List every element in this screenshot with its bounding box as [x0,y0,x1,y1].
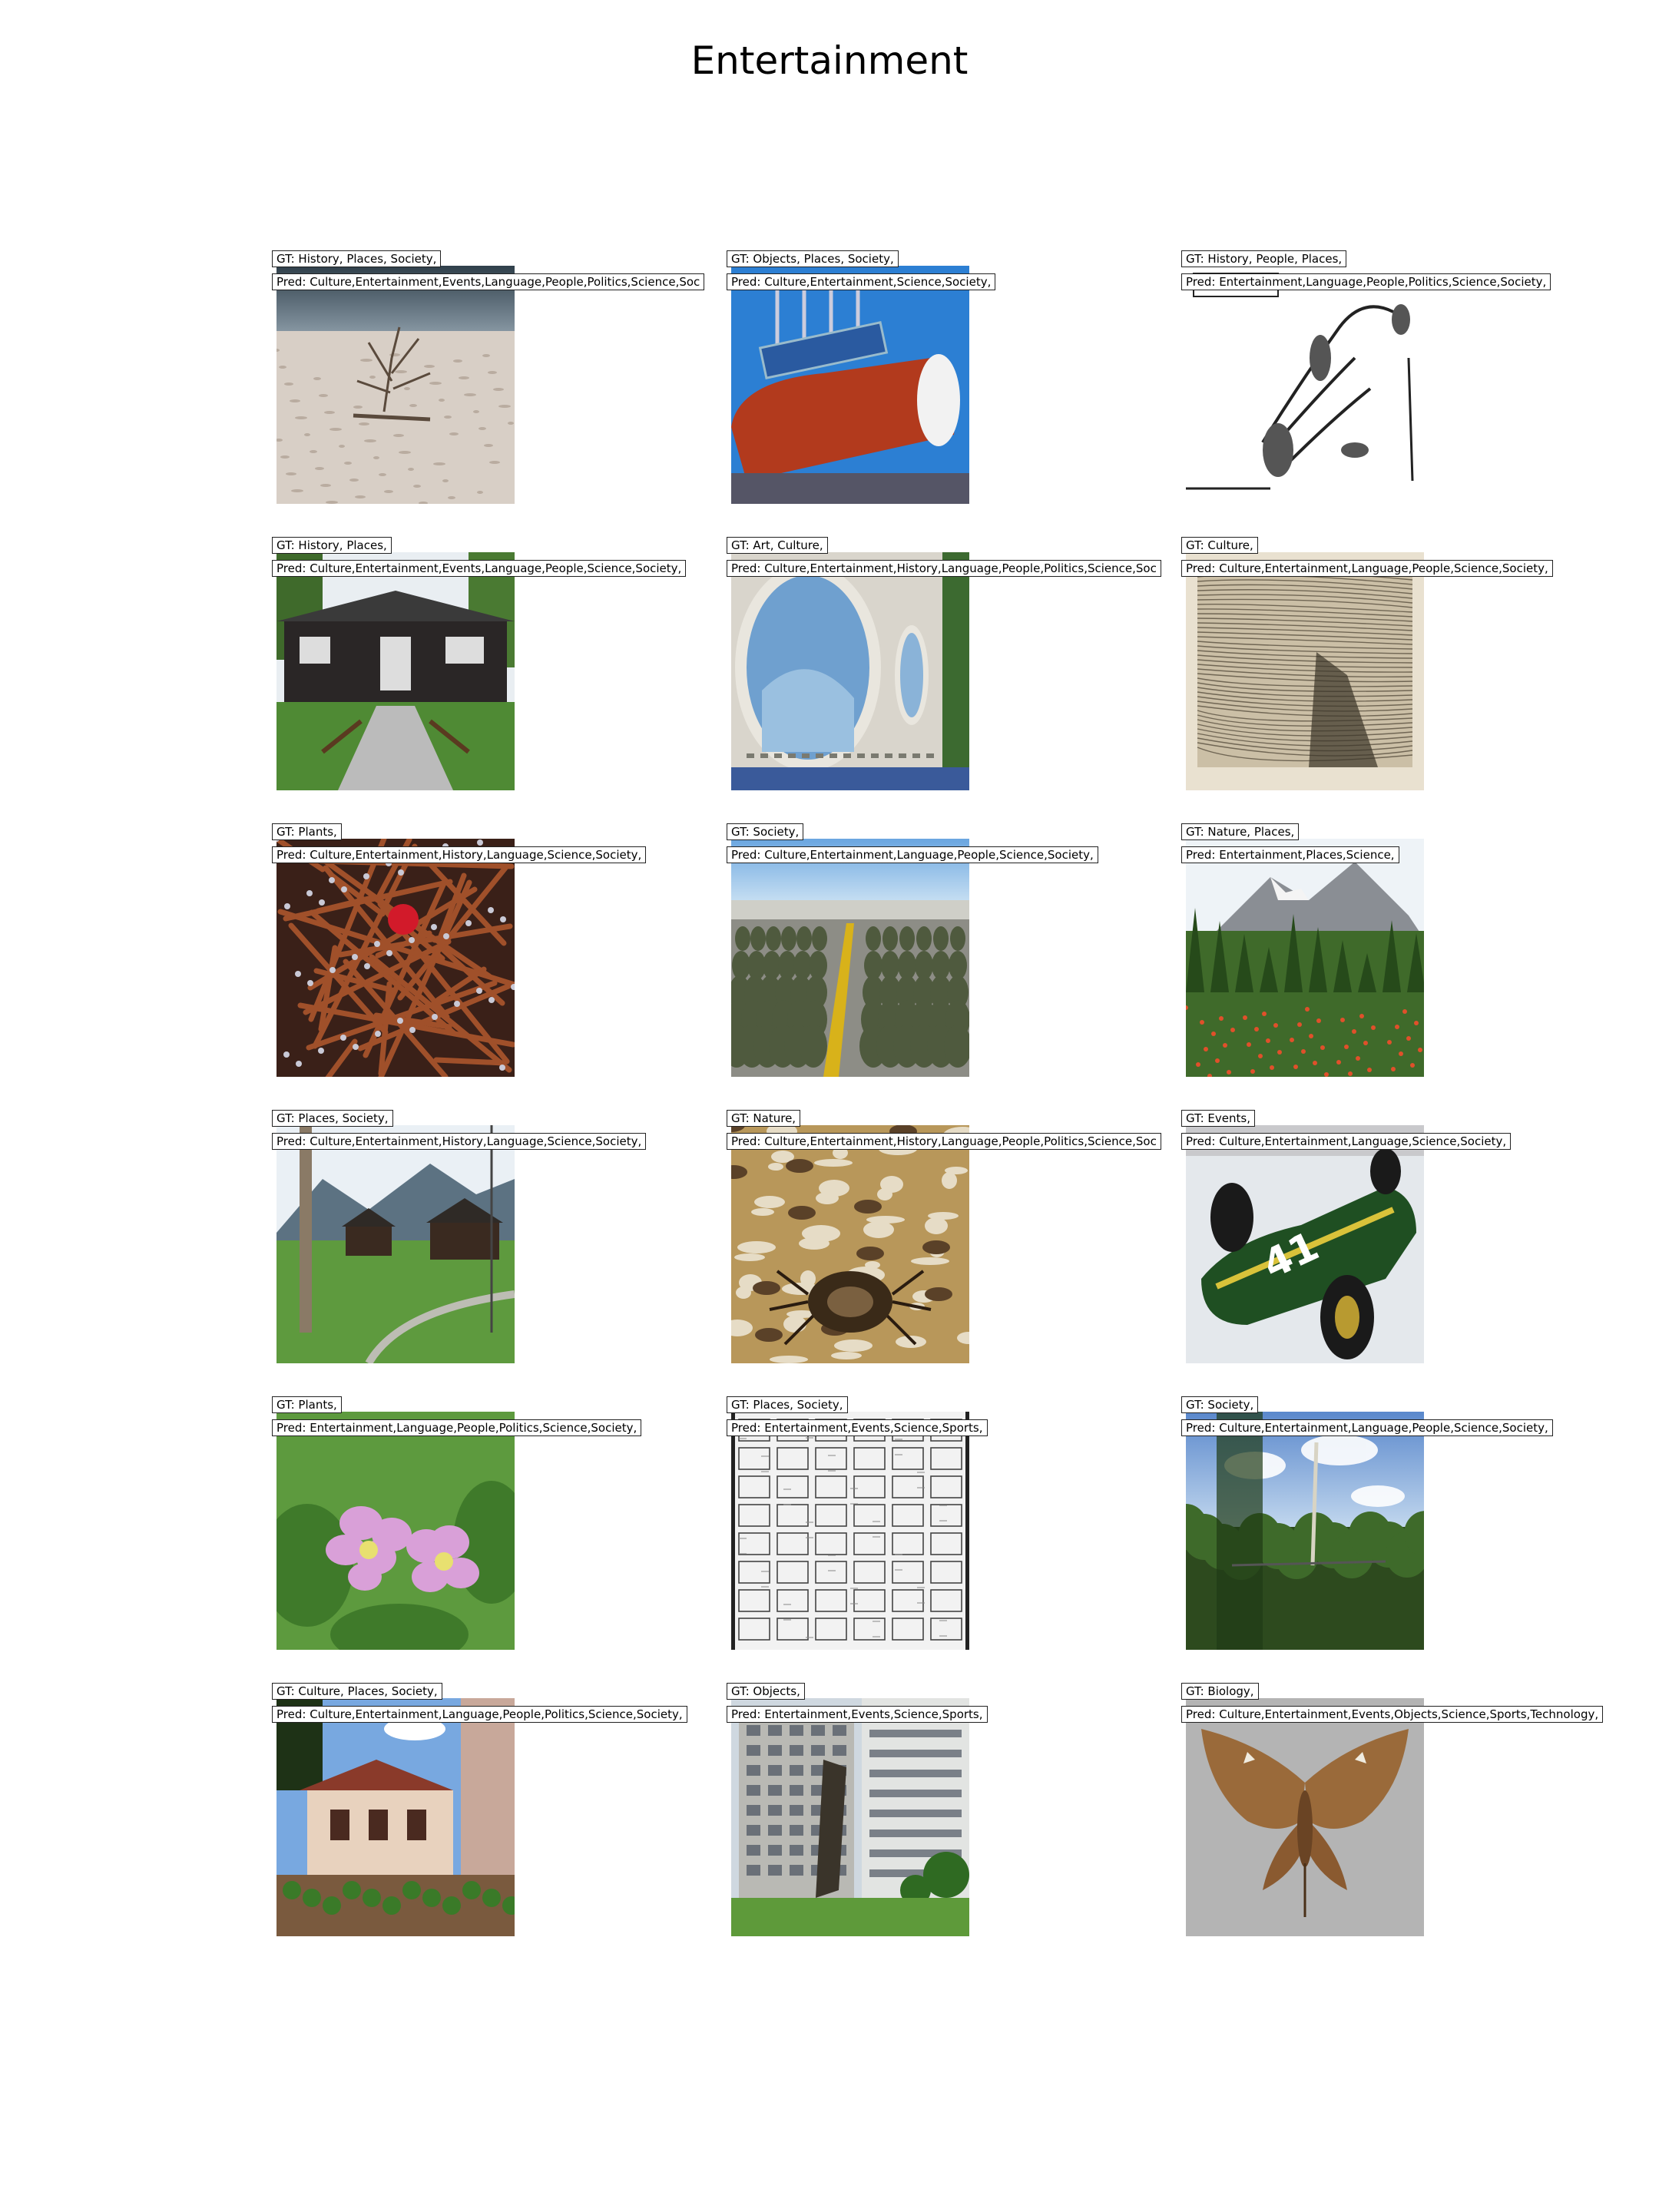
grid-cell: 41 GT: Events, Pred: Culture,Entertainmen… [1181,1110,1512,1363]
ground-truth-label: GT: Places, Society, [272,1110,393,1127]
grid-cell: GT: Nature, Places, Pred: Entertainment,P… [1181,823,1424,1077]
prediction-label: Pred: Entertainment,Events,Science,Sport… [727,1706,988,1723]
ground-truth-label: GT: Culture, Places, Society, [272,1683,442,1700]
grid-cell: GT: History, People, Places, Pred: Entert… [1181,250,1551,504]
prediction-label: Pred: Entertainment,Places,Science, [1181,846,1399,863]
prediction-label: Pred: Culture,Entertainment,Language,Peo… [1181,1419,1553,1436]
sample-image-red-twigs [276,839,515,1077]
ground-truth-label: GT: Society, [1181,1396,1259,1413]
prediction-label: Pred: Entertainment,Language,People,Poli… [272,1419,642,1436]
ground-truth-label: GT: Places, Society, [727,1396,848,1413]
grid-cell: GT: History, Places, Society, Pred: Cultu… [272,250,705,504]
ground-truth-label: GT: Events, [1181,1110,1255,1127]
sample-image-spider [731,1125,969,1363]
prediction-label: Pred: Culture,Entertainment,Science,Soci… [727,273,996,290]
sample-image-city-plan [731,1412,969,1650]
grid-cell: GT: Plants, Pred: Culture,Entertainment,H… [272,823,647,1077]
grid-cell: GT: History, Places, Pred: Culture,Entert… [272,537,687,790]
sample-image-alpine-village [276,1125,515,1363]
grid-cell: GT: Places, Society, Pred: Entertainment,… [727,1396,988,1650]
sample-image-mural-wall [731,552,969,790]
ground-truth-label: GT: Objects, [727,1683,805,1700]
grid-cell: GT: Society, Pred: Culture,Entertainment,… [1181,1396,1553,1650]
grid-cell: GT: Objects, Pred: Entertainment,Events,S… [727,1683,988,1936]
ground-truth-label: GT: Nature, [727,1110,801,1127]
ground-truth-label: GT: History, People, Places, [1181,250,1347,267]
prediction-label: Pred: Culture,Entertainment,History,Lang… [272,846,647,863]
sample-image-dead-tree-salt-flat [276,266,515,504]
ground-truth-label: GT: Objects, Places, Society, [727,250,899,267]
grid-cell: GT: Culture, Places, Society, Pred: Cultu… [272,1683,687,1936]
sample-image-mountain-meadow [1186,839,1424,1077]
sample-image-forest-canopy [1186,1412,1424,1650]
ground-truth-label: GT: Culture, [1181,537,1258,554]
ground-truth-label: GT: History, Places, Society, [272,250,442,267]
prediction-label: Pred: Culture,Entertainment,Language,Peo… [272,1706,687,1723]
ground-truth-label: GT: Society, [727,823,804,840]
grid-cell: GT: Culture, Pred: Culture,Entertainment,… [1181,537,1553,790]
figure-title: Entertainment [690,38,969,83]
ground-truth-label: GT: Nature, Places, [1181,823,1300,840]
prediction-label: Pred: Culture,Entertainment,History,Lang… [727,560,1161,577]
grid-cell: GT: Biology, Pred: Culture,Entertainment,… [1181,1683,1604,1936]
prediction-label: Pred: Culture,Entertainment,Language,Peo… [727,846,1098,863]
ground-truth-label: GT: Plants, [272,823,342,840]
ground-truth-label: GT: Art, Culture, [727,537,828,554]
prediction-label: Pred: Culture,Entertainment,History,Lang… [727,1133,1161,1150]
sample-image-soldiers-runway [731,839,969,1077]
sample-image-battle-map [1186,266,1424,504]
prediction-label: Pred: Culture,Entertainment,Events,Langu… [272,273,705,290]
sample-image-wooden-hall [276,552,515,790]
sample-image-etching [1186,552,1424,790]
grid-cell: GT: Places, Society, Pred: Culture,Entert… [272,1110,647,1363]
sample-image-red-tank-sign [731,266,969,504]
grid-cell: GT: Nature, Pred: Culture,Entertainment,H… [727,1110,1161,1363]
sample-image-pink-flowers [276,1412,515,1650]
ground-truth-label: GT: Plants, [272,1396,342,1413]
prediction-label: Pred: Culture,Entertainment,Language,Sci… [1181,1133,1512,1150]
sample-image-colonial-house [276,1698,515,1936]
prediction-label: Pred: Culture,Entertainment,Events,Langu… [272,560,687,577]
grid-cell: GT: Plants, Pred: Entertainment,Language,… [272,1396,642,1650]
prediction-label: Pred: Culture,Entertainment,Language,Peo… [1181,560,1553,577]
prediction-label: Pred: Entertainment,Events,Science,Sport… [727,1419,988,1436]
prediction-label: Pred: Culture,Entertainment,History,Lang… [272,1133,647,1150]
grid-cell: GT: Objects, Places, Society, Pred: Cultu… [727,250,996,504]
prediction-label: Pred: Culture,Entertainment,Events,Objec… [1181,1706,1604,1723]
sample-image-race-car: 41 [1186,1125,1424,1363]
grid-cell: GT: Art, Culture, Pred: Culture,Entertain… [727,537,1161,790]
prediction-label: Pred: Entertainment,Language,People,Poli… [1181,273,1551,290]
ground-truth-label: GT: Biology, [1181,1683,1259,1700]
sample-image-moth [1186,1698,1424,1936]
ground-truth-label: GT: History, Places, [272,537,392,554]
grid-cell: GT: Society, Pred: Culture,Entertainment,… [727,823,1098,1077]
sample-image-office-sculpture [731,1698,969,1936]
